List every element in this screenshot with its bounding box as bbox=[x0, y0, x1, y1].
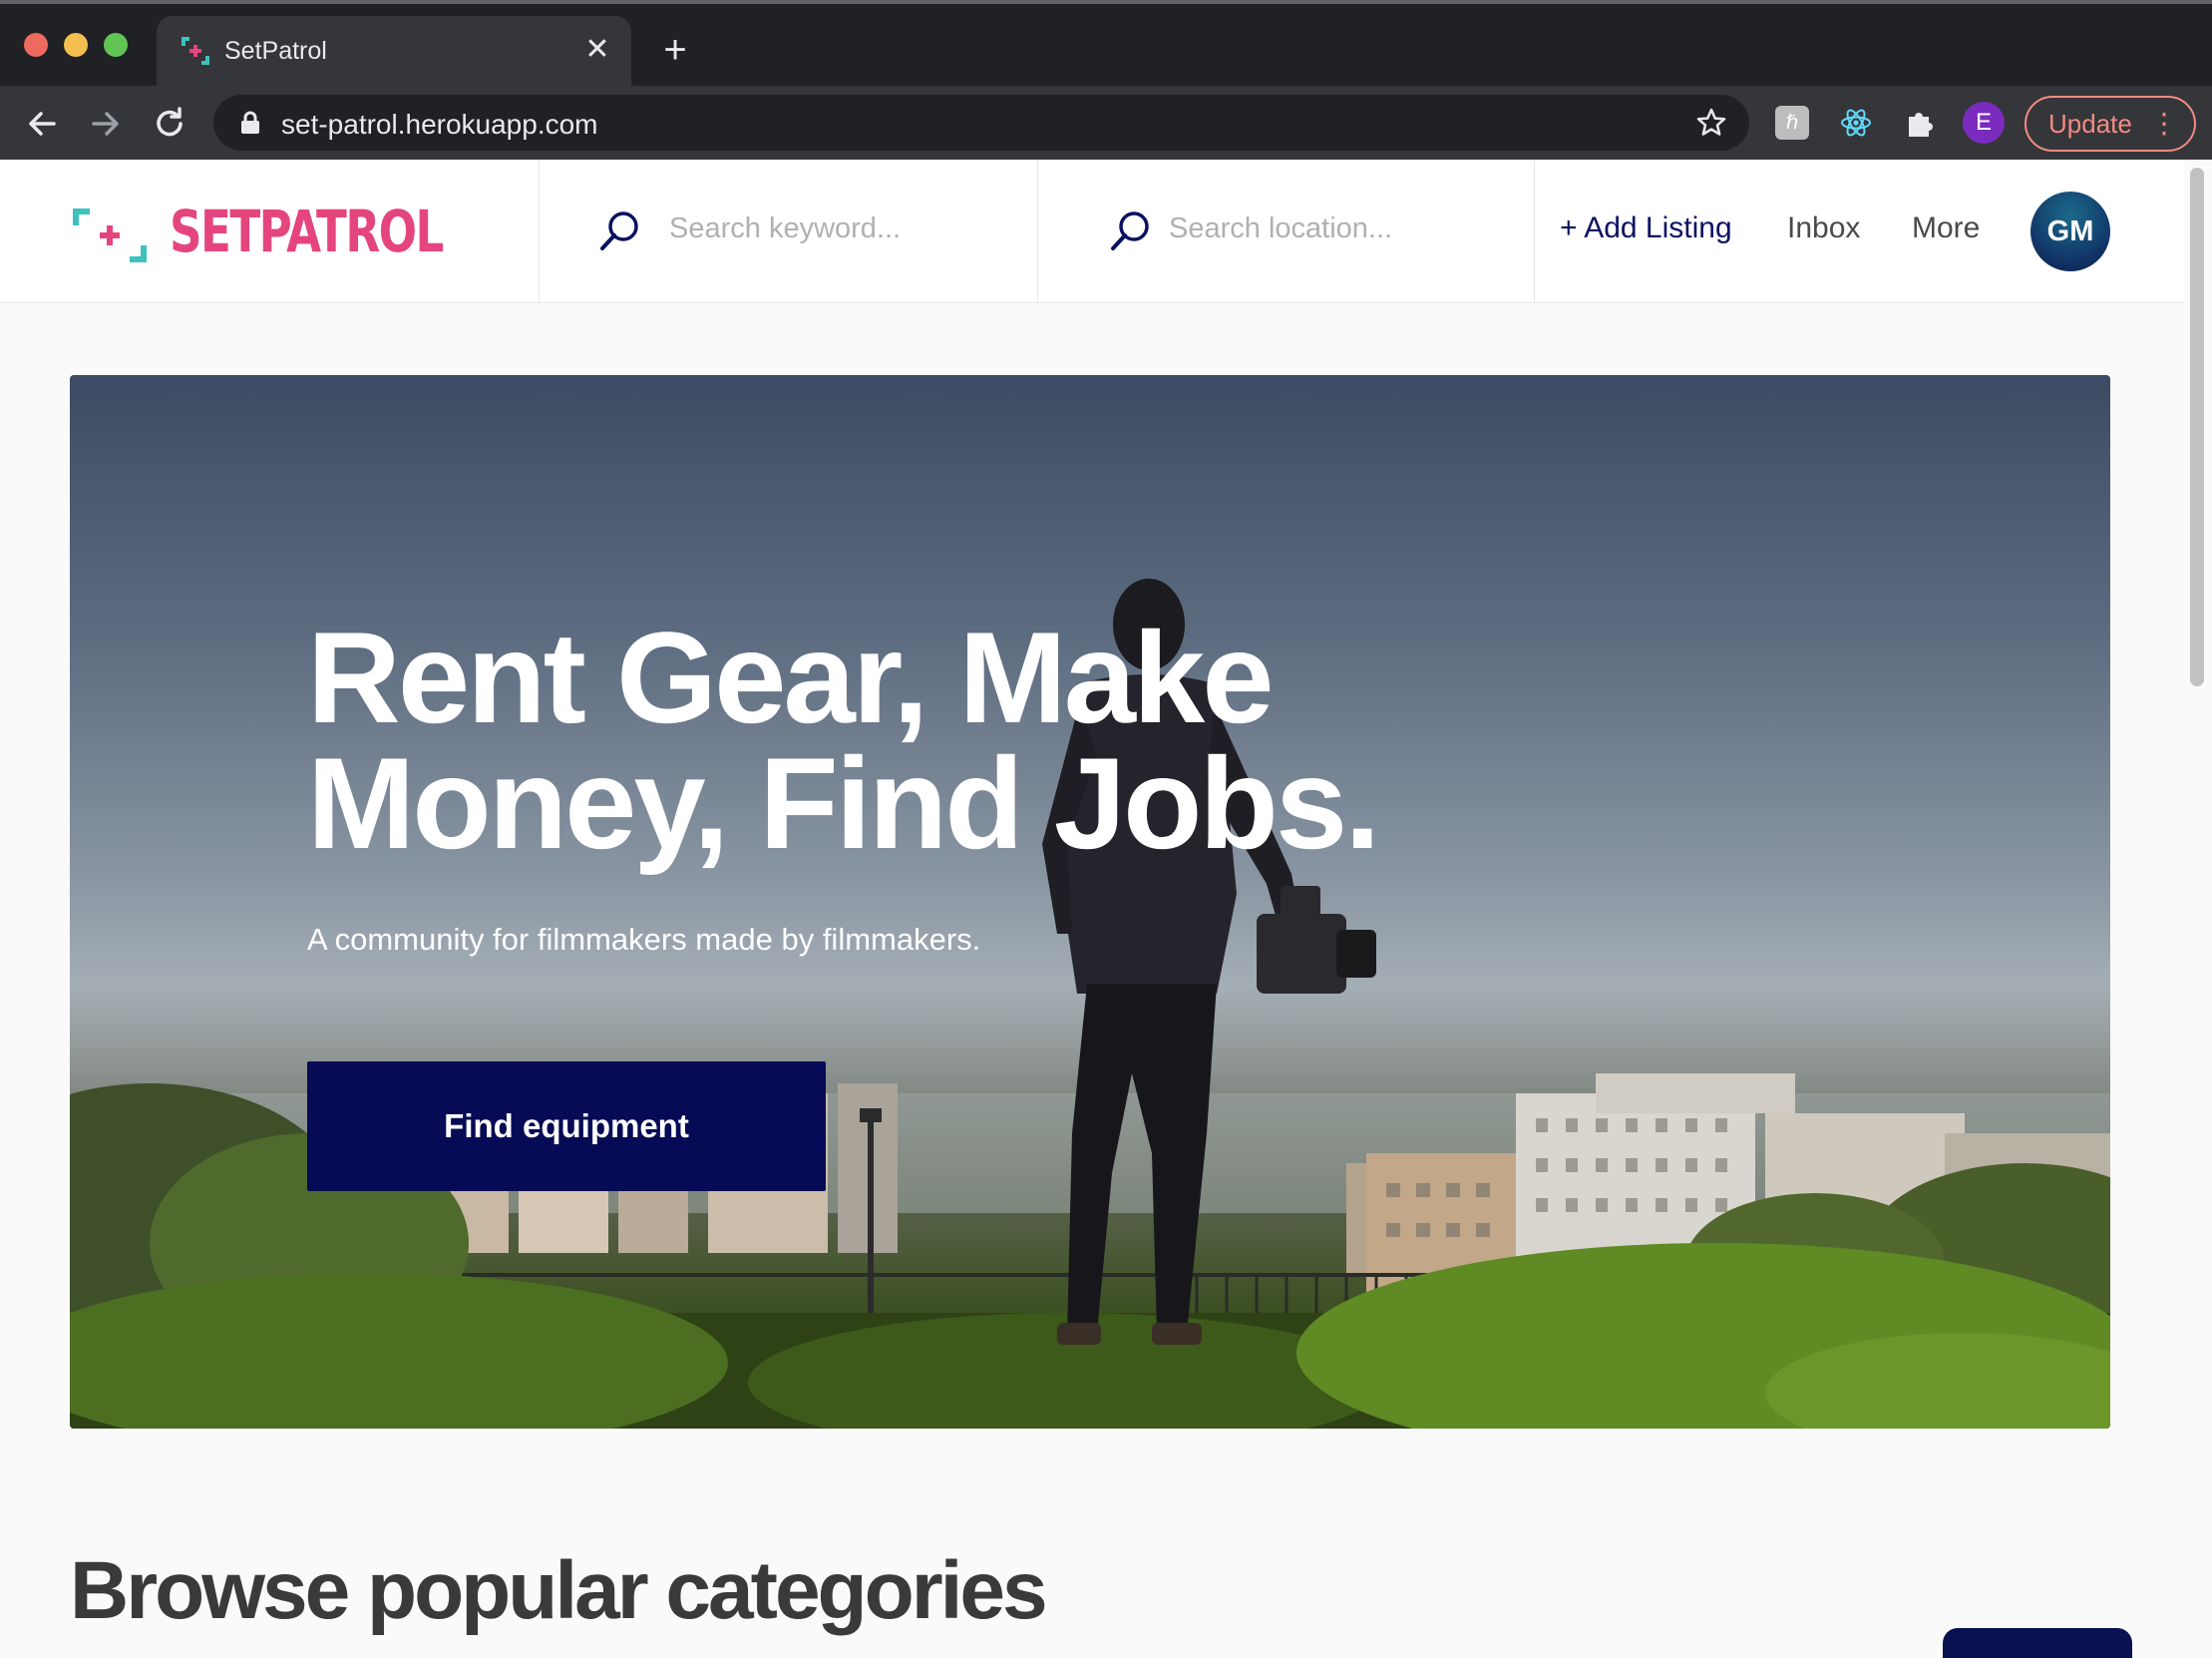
user-avatar[interactable]: GM bbox=[2030, 192, 2110, 271]
site-header: SETPATROL Search keyword... Search locat… bbox=[0, 160, 2184, 303]
search-icon bbox=[600, 211, 638, 250]
keyword-search[interactable]: Search keyword... bbox=[540, 160, 1037, 303]
browser-toolbar: set-patrol.herokuapp.com ℏ E Update ⋮ bbox=[0, 86, 2212, 160]
bookmark-star-icon[interactable] bbox=[1695, 107, 1727, 139]
inbox-link[interactable]: Inbox bbox=[1787, 211, 1860, 245]
add-listing-link[interactable]: + Add Listing bbox=[1560, 211, 1732, 245]
browser-tab[interactable]: SetPatrol ✕ bbox=[157, 16, 631, 86]
kebab-menu-icon[interactable]: ⋮ bbox=[2150, 98, 2178, 150]
location-search-icon bbox=[1111, 211, 1149, 250]
more-menu-link[interactable]: More bbox=[1912, 211, 1980, 245]
search-keyword-input[interactable]: Search keyword... bbox=[669, 212, 901, 245]
forward-arrow-icon[interactable] bbox=[86, 104, 126, 144]
header-divider bbox=[1534, 160, 1535, 303]
hero-title: Rent Gear, Make Money, Find Jobs. bbox=[307, 605, 1604, 876]
window-top-edge bbox=[0, 0, 2212, 4]
logo-mark-icon bbox=[73, 208, 147, 262]
hero-background-image bbox=[70, 579, 2110, 1429]
page-scrollbar-thumb[interactable] bbox=[2190, 168, 2204, 686]
react-devtools-icon[interactable] bbox=[1839, 106, 1873, 140]
new-tab-button[interactable]: + bbox=[655, 30, 695, 70]
close-window-button[interactable] bbox=[24, 33, 48, 57]
profile-avatar[interactable]: E bbox=[1963, 102, 2005, 144]
update-button[interactable]: Update ⋮ bbox=[2025, 96, 2196, 152]
puzzle-extensions-icon[interactable] bbox=[1903, 106, 1937, 140]
hero-subtitle: A community for filmmakers made by filmm… bbox=[307, 922, 981, 957]
zoom-window-button[interactable] bbox=[104, 33, 128, 57]
extension-icon[interactable]: ℏ bbox=[1775, 106, 1809, 140]
lock-icon bbox=[241, 111, 259, 134]
address-bar[interactable]: set-patrol.herokuapp.com bbox=[213, 95, 1749, 151]
logo-wordmark: SETPATROL bbox=[170, 198, 444, 265]
hero-title-line: Money, Find Jobs. bbox=[307, 730, 1380, 876]
location-search[interactable]: Search location... bbox=[1038, 160, 1534, 303]
url-text: set-patrol.herokuapp.com bbox=[281, 109, 598, 140]
hero-title-line: Rent Gear, Make bbox=[307, 605, 1275, 750]
setpatrol-favicon-icon bbox=[182, 37, 209, 65]
search-location-input[interactable]: Search location... bbox=[1169, 212, 1392, 245]
update-label: Update bbox=[2048, 109, 2132, 139]
browser-chrome: SetPatrol ✕ + set-patrol.herokuapp.com ℏ bbox=[0, 0, 2212, 160]
categories-action-button[interactable] bbox=[1943, 1628, 2132, 1658]
tab-title: SetPatrol bbox=[224, 37, 327, 65]
hero-banner: Rent Gear, Make Money, Find Jobs. A comm… bbox=[70, 375, 2110, 1429]
minimize-window-button[interactable] bbox=[64, 33, 88, 57]
back-arrow-icon[interactable] bbox=[22, 104, 62, 144]
find-equipment-button[interactable]: Find equipment bbox=[307, 1061, 826, 1191]
categories-heading: Browse popular categories bbox=[70, 1545, 1048, 1636]
close-tab-icon[interactable]: ✕ bbox=[581, 34, 613, 66]
reload-icon[interactable] bbox=[150, 104, 189, 144]
